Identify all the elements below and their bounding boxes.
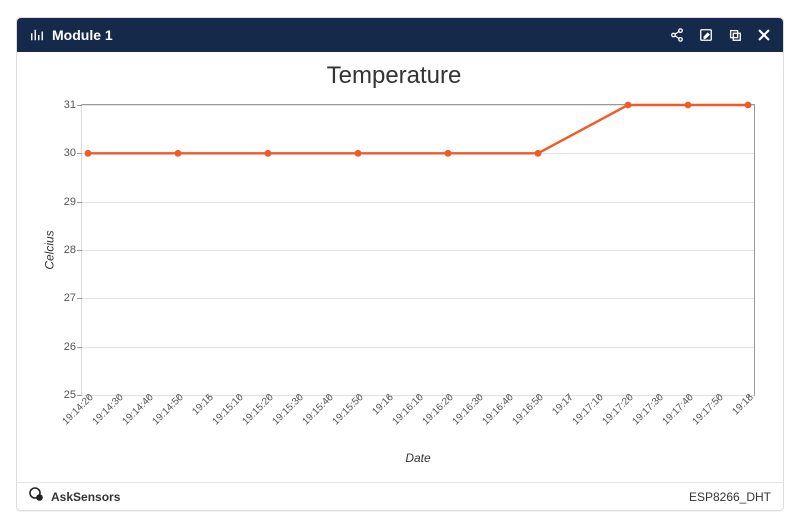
y-tick-label: 31 (48, 99, 76, 111)
data-point[interactable] (265, 150, 272, 157)
brand[interactable]: AskSensors (29, 487, 120, 506)
data-point[interactable] (85, 150, 92, 157)
x-tick-label: 19:15:50 (330, 392, 365, 427)
panel-actions (669, 28, 771, 43)
x-tick-label: 19:15:20 (240, 392, 275, 427)
x-tick-label: 19:14:50 (150, 392, 185, 427)
y-tick-label: 25 (48, 389, 76, 401)
share-icon[interactable] (669, 28, 684, 43)
x-axis-label: Date (405, 451, 430, 465)
line-series (82, 105, 754, 395)
x-tick-label: 19:17:50 (690, 392, 725, 427)
panel: Module 1 (16, 17, 784, 511)
close-icon[interactable] (756, 28, 771, 43)
data-point[interactable] (625, 102, 632, 109)
data-point[interactable] (175, 150, 182, 157)
edit-icon[interactable] (698, 28, 713, 43)
x-tick-label: 19:16:30 (450, 392, 485, 427)
x-tick-label: 19:16:40 (480, 392, 515, 427)
y-tick-label: 30 (48, 147, 76, 159)
panel-header: Module 1 (17, 18, 783, 52)
copy-icon[interactable] (727, 28, 742, 43)
x-tick-label: 19:16:20 (420, 392, 455, 427)
chart-title: Temperature (25, 62, 763, 90)
x-tick-label: 19:16:50 (510, 392, 545, 427)
device-label: ESP8266_DHT (689, 490, 771, 504)
bar-chart-icon (29, 28, 44, 43)
panel-title: Module 1 (52, 27, 113, 43)
y-tick-mark (77, 395, 82, 396)
x-tick-label: 19:15:10 (210, 392, 245, 427)
y-tick-label: 26 (48, 341, 76, 353)
plot-zone[interactable]: Celcius Date 2526272829303119:14:2019:14… (81, 104, 755, 396)
chart-area: Temperature Celcius Date 252627282930311… (17, 52, 783, 482)
x-tick-label: 19:14:40 (120, 392, 155, 427)
data-point[interactable] (445, 150, 452, 157)
data-point[interactable] (535, 150, 542, 157)
panel-footer: AskSensors ESP8266_DHT (17, 482, 783, 510)
x-tick-label: 19:17:10 (570, 392, 605, 427)
x-tick-label: 19:17:30 (630, 392, 665, 427)
x-tick-label: 19:17:40 (660, 392, 695, 427)
data-point[interactable] (685, 102, 692, 109)
y-tick-label: 29 (48, 196, 76, 208)
data-point[interactable] (355, 150, 362, 157)
data-point[interactable] (745, 102, 752, 109)
x-tick-label: 19:17:20 (600, 392, 635, 427)
y-tick-label: 27 (48, 292, 76, 304)
logo-icon (29, 487, 45, 506)
x-tick-label: 19:16:10 (390, 392, 425, 427)
x-tick-label: 19:15:40 (300, 392, 335, 427)
y-tick-label: 28 (48, 244, 76, 256)
x-tick-label: 19:15:30 (270, 392, 305, 427)
x-tick-label: 19:14:30 (90, 392, 125, 427)
brand-label: AskSensors (51, 490, 120, 504)
